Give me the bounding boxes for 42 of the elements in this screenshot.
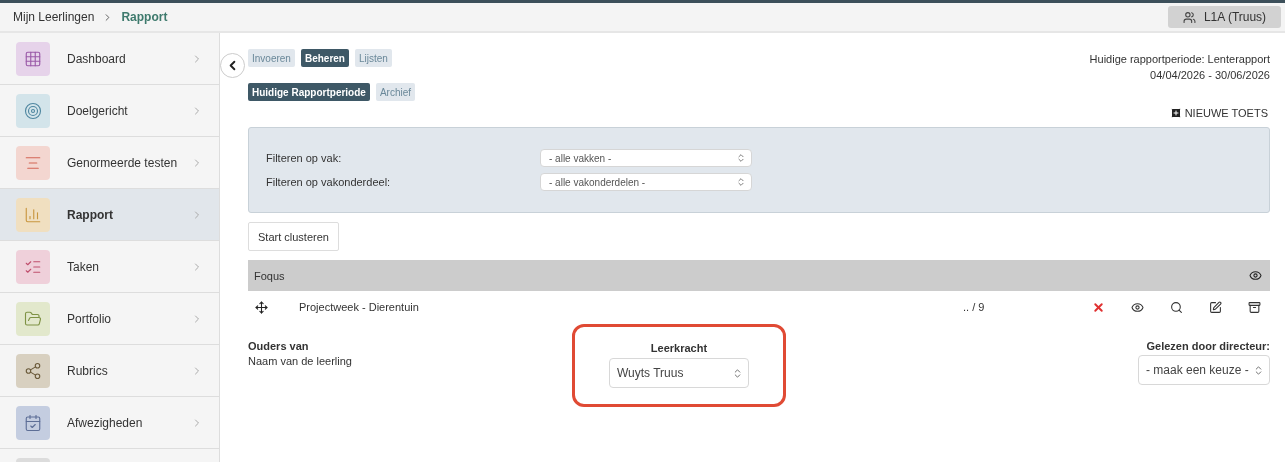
filter-label: Filteren op vak: bbox=[266, 152, 343, 164]
calendar-icon bbox=[24, 413, 42, 432]
sidebar-item[interactable]: Rapport bbox=[0, 189, 219, 241]
breadcrumb-link[interactable]: Mijn Leerlingen bbox=[13, 10, 95, 24]
users-icon bbox=[1182, 10, 1196, 24]
page-title: Rapport bbox=[121, 10, 168, 24]
tab[interactable]: Huidige Rapportperiode bbox=[248, 83, 370, 101]
teacher-title: Leerkracht bbox=[650, 342, 708, 354]
archive-icon[interactable] bbox=[1248, 300, 1261, 314]
eye-icon[interactable] bbox=[1249, 269, 1262, 282]
search-icon[interactable] bbox=[1170, 300, 1183, 314]
table-cell-text: Projectweek - Dierentuin bbox=[299, 301, 420, 313]
move-icon[interactable] bbox=[255, 300, 268, 314]
filter-select[interactable]: - alle vakken - bbox=[540, 149, 752, 167]
edit-icon[interactable] bbox=[1209, 300, 1222, 314]
target-icon bbox=[24, 101, 42, 120]
director-select[interactable]: - maak een keuze - bbox=[1138, 355, 1270, 385]
parents-title: Ouders van bbox=[248, 340, 309, 352]
updown-icon bbox=[1253, 364, 1264, 376]
updown-icon bbox=[736, 177, 746, 187]
folder-icon bbox=[24, 309, 42, 328]
plus-icon bbox=[1169, 107, 1182, 119]
collapse-button[interactable] bbox=[220, 53, 245, 78]
class-button[interactable]: L1A (Truus) bbox=[1168, 6, 1281, 28]
chart-icon bbox=[24, 205, 42, 224]
grid-icon bbox=[24, 49, 42, 68]
student-name: Naam van de leerling bbox=[248, 355, 352, 367]
share-icon bbox=[24, 361, 42, 380]
delete-icon[interactable] bbox=[1092, 300, 1105, 314]
updown-icon bbox=[736, 153, 746, 163]
teacher-select[interactable]: Wuyts Truus bbox=[609, 358, 749, 388]
tab[interactable]: Beheren bbox=[300, 49, 349, 67]
director-title: Gelezen door directeur: bbox=[1146, 340, 1270, 352]
eye-icon[interactable] bbox=[1131, 300, 1144, 314]
filter-select[interactable]: - alle vakonderdelen - bbox=[540, 173, 752, 191]
period-info: Huidige rapportperiode: Lenterapport 04/04/2026 - 30/06/2026 bbox=[1089, 52, 1270, 83]
table-title: Foqus bbox=[254, 269, 285, 282]
table-cell: .. / 9 bbox=[963, 300, 985, 314]
new-test-link[interactable]: NIEUWE TOETS bbox=[1169, 107, 1268, 119]
cluster-button[interactable]: Start clusteren bbox=[248, 222, 339, 251]
filter-label: Filteren op vakonderdeel: bbox=[266, 176, 392, 188]
updown-icon bbox=[732, 367, 743, 379]
